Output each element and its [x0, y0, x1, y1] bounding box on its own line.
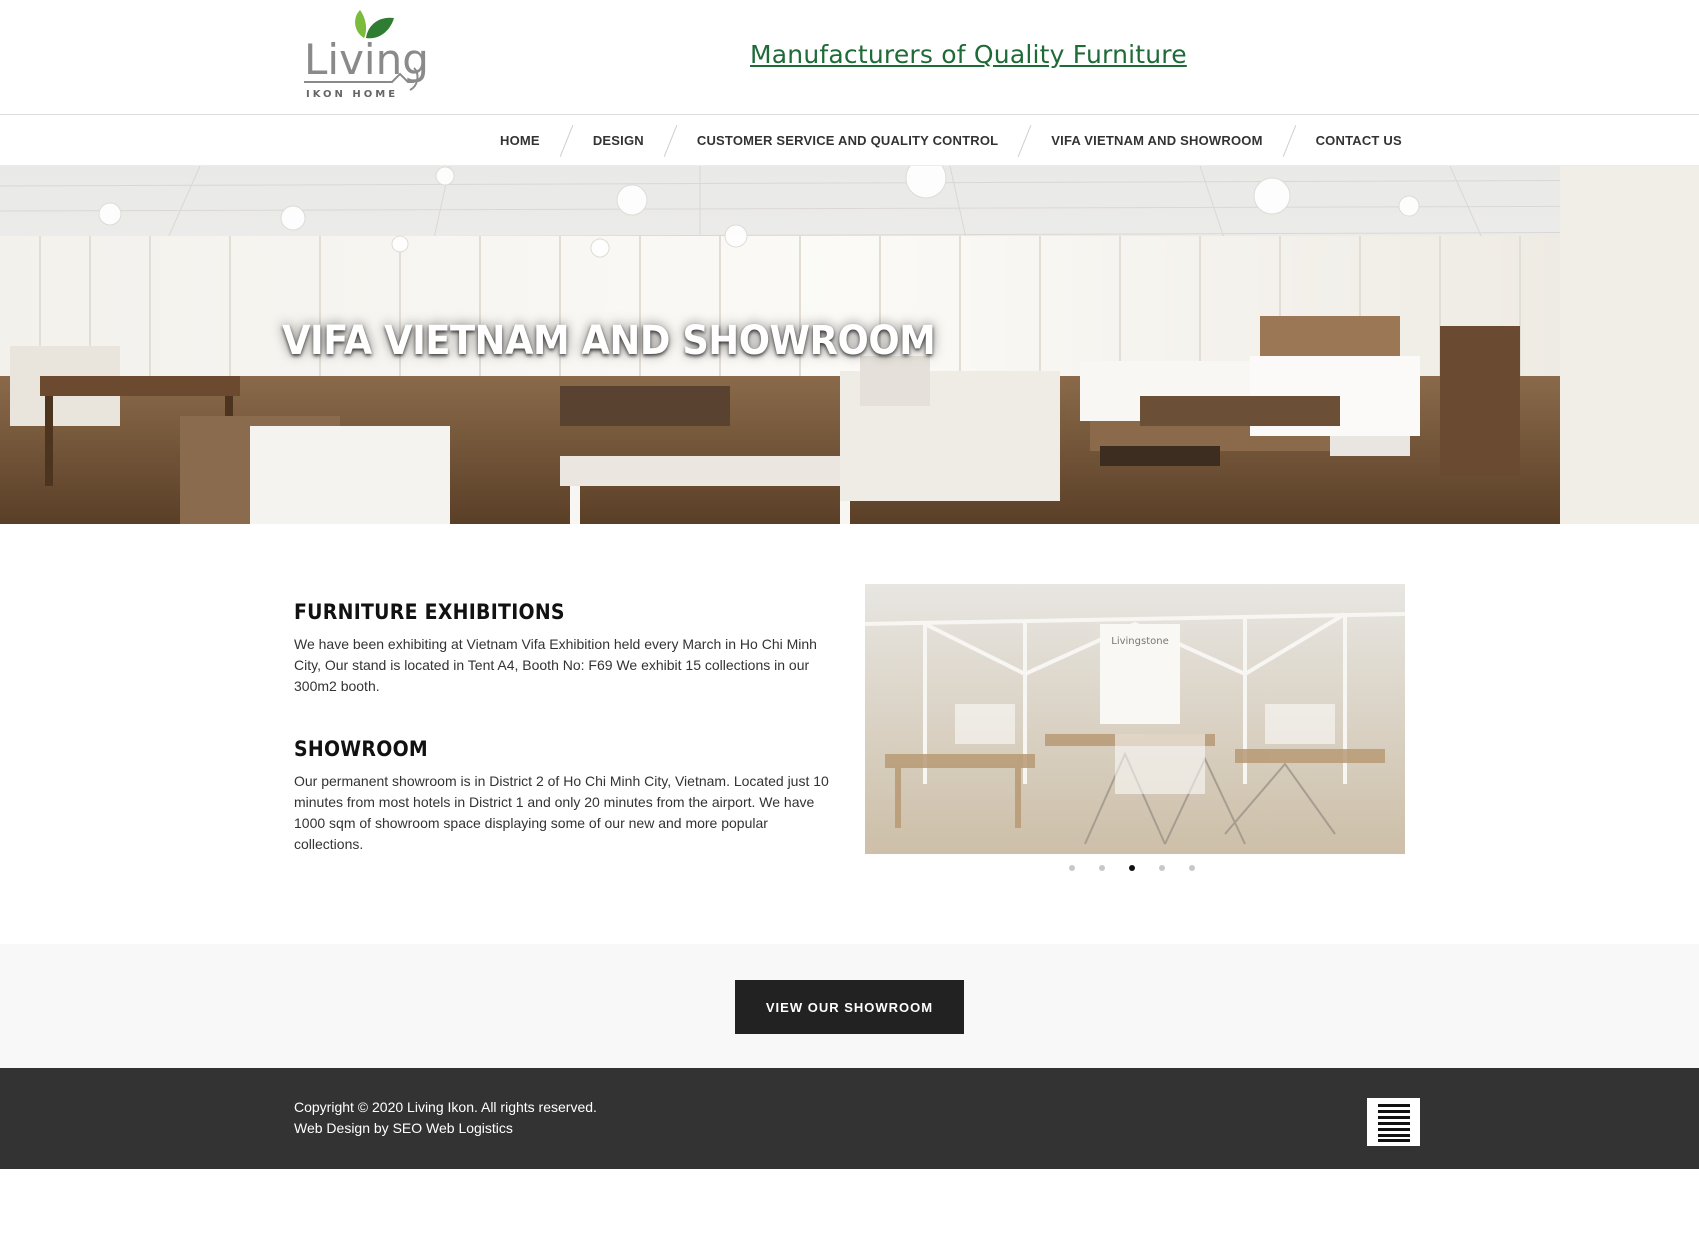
showroom-heading: SHOWROOM	[294, 737, 429, 761]
nav-item-customer-service[interactable]: CUSTOMER SERVICE AND QUALITY CONTROL	[697, 133, 998, 148]
nav-item-vifa-vietnam[interactable]: VIFA VIETNAM AND SHOWROOM	[1051, 133, 1262, 148]
design-credit-link[interactable]: Web Design by SEO Web Logistics	[294, 1120, 513, 1136]
view-showroom-button[interactable]: VIEW OUR SHOWROOM	[735, 980, 964, 1034]
image-slider[interactable]: Livingstone	[865, 584, 1405, 854]
nav-item-design[interactable]: DESIGN	[593, 133, 644, 148]
slider-dot[interactable]	[1099, 865, 1105, 871]
site-footer: Copyright © 2020 Living Ikon. All rights…	[0, 1068, 1699, 1169]
slider-pagination	[1069, 865, 1195, 871]
slider-dot[interactable]	[1159, 865, 1165, 871]
hero-banner: VIFA VIETNAM AND SHOWROOM	[0, 166, 1699, 524]
booth-sign-text: Livingstone	[1111, 636, 1168, 647]
slider-dot[interactable]	[1189, 865, 1195, 871]
hero-title: VIFA VIETNAM AND SHOWROOM	[282, 318, 936, 364]
nav-divider	[1017, 124, 1032, 157]
svg-text:Living: Living	[304, 35, 429, 84]
cta-section: VIEW OUR SHOWROOM	[0, 944, 1699, 1068]
main-content: FURNITURE EXHIBITIONS We have been exhib…	[0, 524, 1699, 944]
slider-dot-active[interactable]	[1129, 865, 1135, 871]
main-nav: HOME DESIGN CUSTOMER SERVICE AND QUALITY…	[0, 115, 1699, 166]
site-logo[interactable]: Living IKON HOME	[302, 4, 432, 100]
nav-divider	[1282, 124, 1296, 157]
svg-text:IKON HOME: IKON HOME	[306, 89, 398, 100]
nav-divider	[559, 124, 574, 157]
nav-divider	[663, 124, 678, 157]
showroom-text: Our permanent showroom is in District 2 …	[294, 773, 829, 852]
exhibition-booth-image: Livingstone	[865, 584, 1405, 854]
hamburger-menu-icon[interactable]	[1367, 1098, 1420, 1146]
nav-item-home[interactable]: HOME	[500, 133, 540, 148]
leaf-logo-icon: Living IKON HOME	[304, 10, 429, 100]
exhibitions-heading: FURNITURE EXHIBITIONS	[294, 600, 565, 624]
nav-item-contact[interactable]: CONTACT US	[1316, 133, 1402, 148]
site-header: Living IKON HOME Manufacturers of Qualit…	[0, 0, 1699, 115]
copyright-text: Copyright © 2020 Living Ikon. All rights…	[294, 1099, 597, 1115]
site-tagline[interactable]: Manufacturers of Quality Furniture	[750, 40, 1187, 69]
exhibitions-text: We have been exhibiting at Vietnam Vifa …	[294, 636, 817, 694]
slider-dot[interactable]	[1069, 865, 1075, 871]
